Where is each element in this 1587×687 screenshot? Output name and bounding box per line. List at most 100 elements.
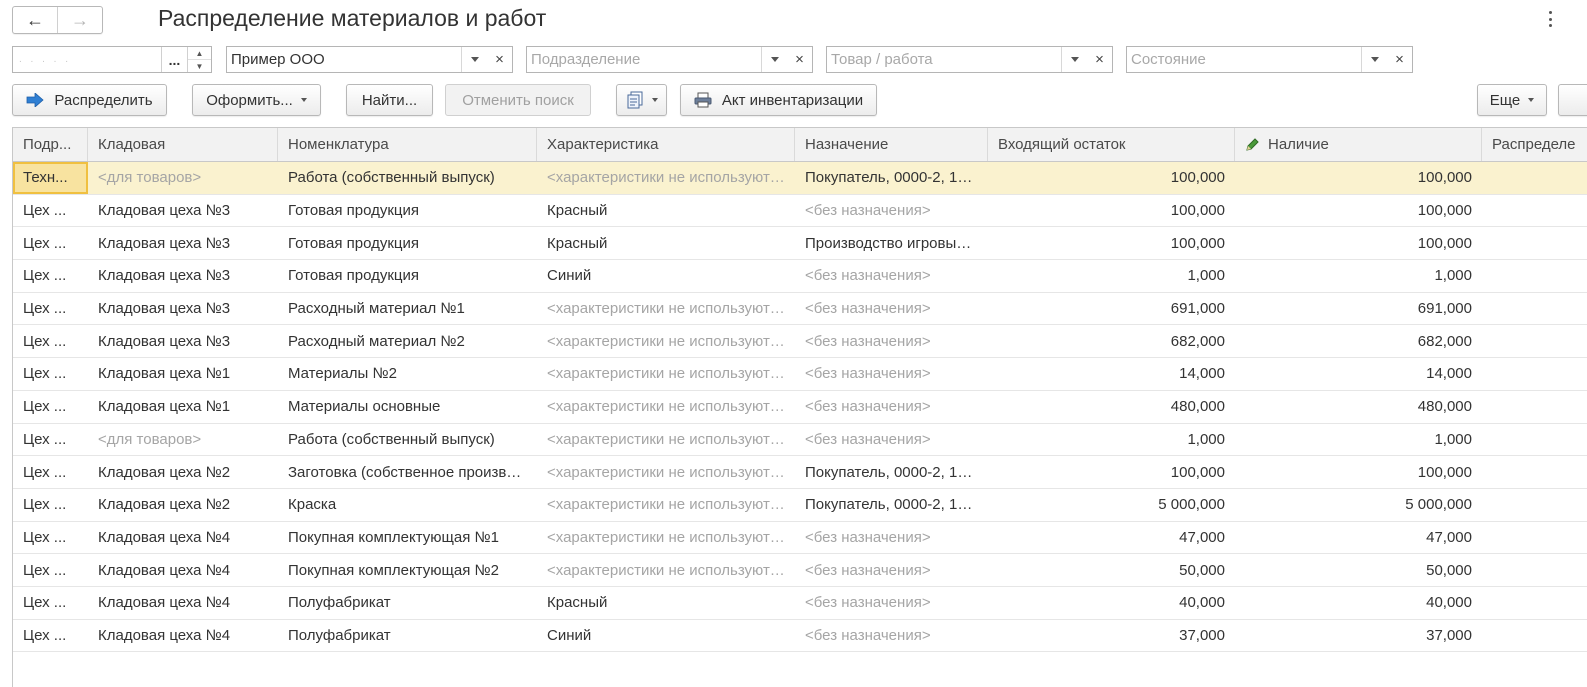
state-field[interactable]: Состояние	[1126, 46, 1388, 73]
cell-purpose[interactable]: Покупатель, 0000-2, 13.01.2023	[795, 162, 988, 194]
cell-available[interactable]: 50,000	[1235, 554, 1482, 586]
organization-clear-icon[interactable]: ×	[487, 46, 513, 73]
cell-purpose[interactable]: <без назначения>	[795, 424, 988, 456]
item-placeholder[interactable]: Товар / работа	[827, 51, 1061, 68]
cell-purpose[interactable]: <без назначения>	[795, 293, 988, 325]
cell-available[interactable]: 682,000	[1235, 325, 1482, 357]
print-forms-button[interactable]	[616, 84, 667, 116]
chevron-down-icon[interactable]	[1061, 47, 1087, 72]
cell-distributed[interactable]	[1482, 424, 1587, 456]
cell-department[interactable]: Цех ...	[13, 456, 88, 488]
inventory-act-button[interactable]: Акт инвентаризации	[680, 84, 877, 116]
cell-characteristic[interactable]: <характеристики не используются>	[537, 554, 795, 586]
organization-value[interactable]: Пример ООО	[227, 51, 461, 68]
department-field[interactable]: Подразделение	[526, 46, 788, 73]
chevron-down-icon[interactable]	[761, 47, 787, 72]
cell-available[interactable]: 100,000	[1235, 195, 1482, 227]
cell-incoming[interactable]: 14,000	[988, 358, 1235, 390]
cell-distributed[interactable]	[1482, 293, 1587, 325]
cell-warehouse[interactable]: Кладовая цеха №1	[88, 358, 278, 390]
cell-available[interactable]: 1,000	[1235, 424, 1482, 456]
chevron-down-icon[interactable]	[461, 47, 487, 72]
cell-characteristic[interactable]: Синий	[537, 620, 795, 652]
cell-department[interactable]: Цех ...	[13, 424, 88, 456]
cell-distributed[interactable]	[1482, 554, 1587, 586]
cell-purpose[interactable]: <без назначения>	[795, 325, 988, 357]
cancel-search-button[interactable]: Отменить поиск	[445, 84, 591, 116]
cell-warehouse[interactable]: Кладовая цеха №3	[88, 325, 278, 357]
cell-item[interactable]: Работа (собственный выпуск)	[278, 162, 537, 194]
cell-distributed[interactable]	[1482, 456, 1587, 488]
table-row[interactable]: Цех ... Кладовая цеха №4 Покупная комплект…	[13, 554, 1587, 587]
cell-department[interactable]: Цех ...	[13, 620, 88, 652]
cell-available[interactable]: 100,000	[1235, 227, 1482, 259]
period-value[interactable]: . . . . .	[13, 47, 161, 72]
table-row[interactable]: Цех ... Кладовая цеха №2 Краска <характерис…	[13, 489, 1587, 522]
column-header-warehouse[interactable]: Кладовая	[88, 128, 278, 161]
table-row[interactable]: Цех ... Кладовая цеха №2 Заготовка (собств…	[13, 456, 1587, 489]
cell-characteristic[interactable]: <характеристики не используются>	[537, 522, 795, 554]
cell-department[interactable]: Цех ...	[13, 325, 88, 357]
cell-purpose[interactable]: Покупатель, 0000-2, 13.01.2023	[795, 489, 988, 521]
cell-distributed[interactable]	[1482, 260, 1587, 292]
cell-department[interactable]: Цех ...	[13, 358, 88, 390]
distribute-button[interactable]: Распределить	[12, 84, 167, 116]
cell-department[interactable]: Техн...	[13, 162, 88, 194]
cell-incoming[interactable]: 1,000	[988, 260, 1235, 292]
column-header-item[interactable]: Номенклатура	[278, 128, 537, 161]
cell-warehouse[interactable]: Кладовая цеха №3	[88, 195, 278, 227]
cell-department[interactable]: Цех ...	[13, 391, 88, 423]
kebab-menu-icon[interactable]	[1544, 8, 1556, 30]
cell-purpose[interactable]: <без назначения>	[795, 522, 988, 554]
cell-available[interactable]: 14,000	[1235, 358, 1482, 390]
cell-characteristic[interactable]: <характеристики не используются>	[537, 489, 795, 521]
cell-available[interactable]: 47,000	[1235, 522, 1482, 554]
cell-warehouse[interactable]: Кладовая цеха №3	[88, 260, 278, 292]
cell-incoming[interactable]: 37,000	[988, 620, 1235, 652]
cell-available[interactable]: 100,000	[1235, 456, 1482, 488]
cell-item[interactable]: Работа (собственный выпуск)	[278, 424, 537, 456]
cell-available[interactable]: 5 000,000	[1235, 489, 1482, 521]
cell-characteristic[interactable]: Красный	[537, 195, 795, 227]
cell-incoming[interactable]: 691,000	[988, 293, 1235, 325]
cell-incoming[interactable]: 100,000	[988, 456, 1235, 488]
back-button[interactable]: ←	[13, 7, 58, 33]
spin-down-icon[interactable]: ▼	[188, 60, 211, 72]
cell-item[interactable]: Краска	[278, 489, 537, 521]
cell-distributed[interactable]	[1482, 358, 1587, 390]
period-spinner[interactable]: ▲ ▼	[187, 47, 211, 72]
cell-purpose[interactable]: Покупатель, 0000-2, 13.01.2023	[795, 456, 988, 488]
period-select-button[interactable]: ...	[161, 47, 187, 72]
cell-purpose[interactable]: Производство игровых наборов	[795, 227, 988, 259]
spin-up-icon[interactable]: ▲	[188, 47, 211, 60]
cell-purpose[interactable]: <без назначения>	[795, 260, 988, 292]
cell-warehouse[interactable]: Кладовая цеха №4	[88, 522, 278, 554]
table-row[interactable]: Цех ... Кладовая цеха №3 Готовая продукция…	[13, 260, 1587, 293]
cell-available[interactable]: 1,000	[1235, 260, 1482, 292]
table-row[interactable]: Цех ... Кладовая цеха №1 Материалы основны…	[13, 391, 1587, 424]
cell-distributed[interactable]	[1482, 325, 1587, 357]
cell-purpose[interactable]: <без назначения>	[795, 391, 988, 423]
cell-department[interactable]: Цех ...	[13, 293, 88, 325]
column-header-incoming[interactable]: Входящий остаток	[988, 128, 1235, 161]
cell-characteristic[interactable]: <характеристики не используются>	[537, 424, 795, 456]
cell-characteristic[interactable]: Красный	[537, 587, 795, 619]
cell-item[interactable]: Расходный материал №2	[278, 325, 537, 357]
item-clear-icon[interactable]: ×	[1087, 46, 1113, 73]
cell-department[interactable]: Цех ...	[13, 195, 88, 227]
cell-purpose[interactable]: <без назначения>	[795, 587, 988, 619]
more-button[interactable]: Еще	[1477, 84, 1547, 116]
cell-warehouse[interactable]: <для товаров>	[88, 162, 278, 194]
cell-available[interactable]: 480,000	[1235, 391, 1482, 423]
cell-incoming[interactable]: 480,000	[988, 391, 1235, 423]
table-row[interactable]: Цех ... Кладовая цеха №3 Готовая продукция…	[13, 227, 1587, 261]
cell-distributed[interactable]	[1482, 489, 1587, 521]
cell-incoming[interactable]: 100,000	[988, 162, 1235, 194]
format-button[interactable]: Оформить...	[192, 84, 321, 116]
cell-item[interactable]: Расходный материал №1	[278, 293, 537, 325]
cell-item[interactable]: Готовая продукция	[278, 227, 537, 259]
cell-warehouse[interactable]: Кладовая цеха №3	[88, 227, 278, 259]
table-row[interactable]: Цех ... Кладовая цеха №1 Материалы №2 <хара…	[13, 358, 1587, 391]
cell-available[interactable]: 100,000	[1235, 162, 1482, 194]
table-row[interactable]: Цех ... Кладовая цеха №3 Готовая продукция…	[13, 195, 1587, 228]
